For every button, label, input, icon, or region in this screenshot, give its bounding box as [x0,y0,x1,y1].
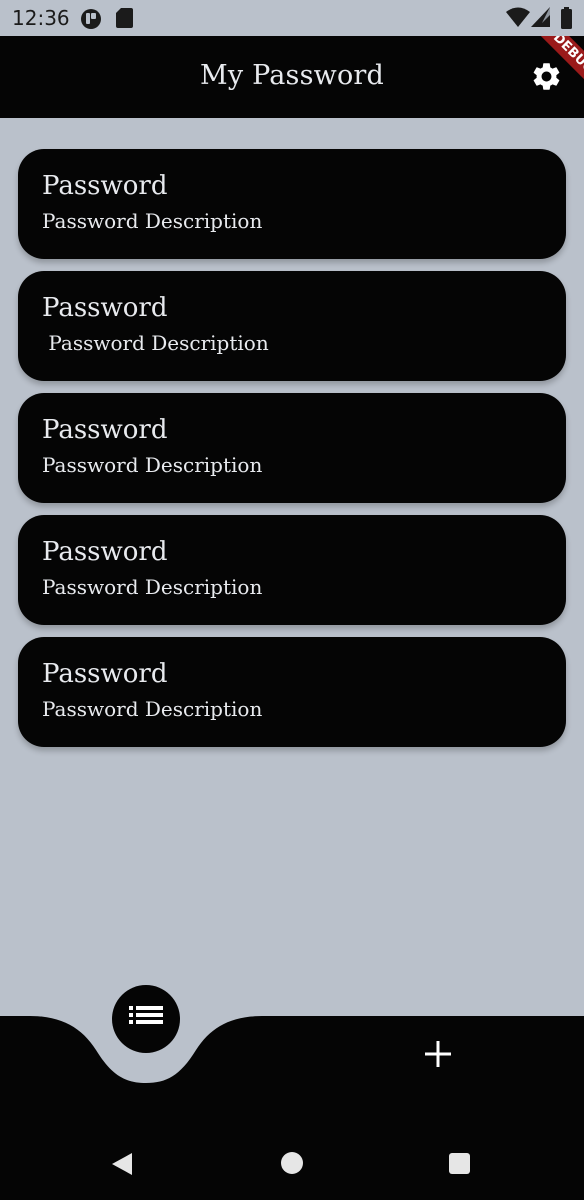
password-card[interactable]: Password Password Description [18,149,566,259]
password-description: Password Description [42,575,263,599]
status-time: 12:36 [12,6,70,30]
status-bar: 12:36 [0,0,584,36]
app-bar: My Password DEBUG [0,36,584,118]
circle-app-icon [80,8,102,34]
home-icon[interactable] [281,1152,303,1174]
password-card[interactable]: Password Password Description [18,393,566,503]
password-list: Password Password Description Password P… [18,149,566,759]
list-icon [129,1006,163,1024]
cell-signal-icon [531,7,550,31]
password-description: Password Description [42,331,269,355]
add-password-button[interactable] [418,1034,458,1074]
wifi-icon [506,7,530,31]
password-card[interactable]: Password Password Description [18,637,566,747]
back-icon[interactable] [110,1150,134,1182]
password-description: Password Description [42,209,263,233]
plus-icon [425,1041,451,1067]
password-card[interactable]: Password Password Description [18,515,566,625]
password-title: Password [42,293,168,323]
password-title: Password [42,415,168,445]
gear-icon[interactable] [530,60,563,93]
sd-card-icon [116,8,133,32]
page-title: My Password [199,60,384,91]
nav-list-button[interactable] [112,985,180,1053]
battery-icon [561,7,572,33]
password-title: Password [42,171,168,201]
recents-icon[interactable] [449,1153,470,1174]
password-description: Password Description [42,453,263,477]
password-title: Password [42,537,168,567]
password-title: Password [42,659,168,689]
password-description: Password Description [42,697,263,721]
password-card[interactable]: Password Password Description [18,271,566,381]
